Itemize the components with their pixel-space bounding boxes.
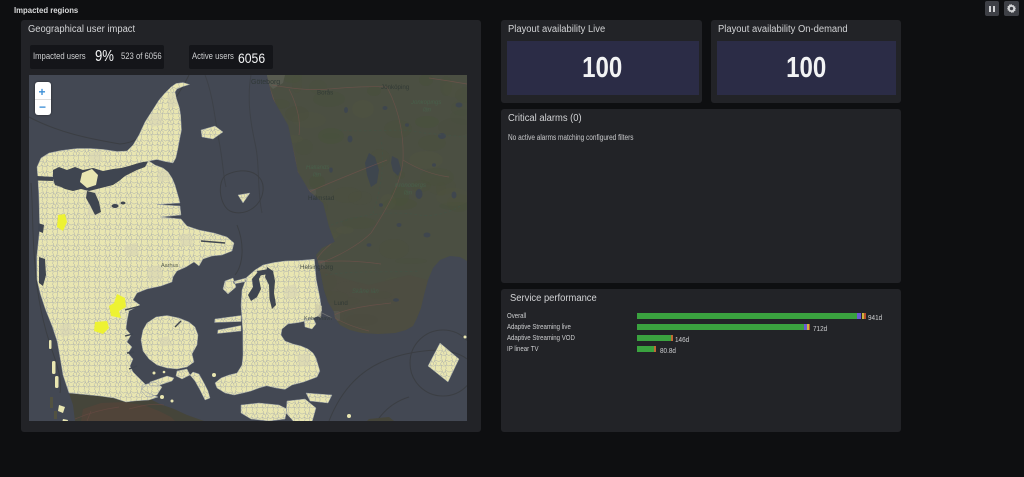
svg-text:Halmstad: Halmstad (308, 195, 335, 202)
svg-text:Lund: Lund (334, 300, 348, 307)
svg-text:Jönköping: Jönköping (381, 84, 410, 91)
svg-text:Göteborg: Göteborg (251, 79, 280, 86)
svg-text:län: län (423, 108, 432, 114)
svg-text:Borås: Borås (317, 90, 333, 97)
svg-text:Kronobergs: Kronobergs (395, 183, 426, 189)
svg-text:län: län (313, 173, 322, 179)
svg-text:Hallands: Hallands (306, 165, 329, 171)
svg-text:Helsingborg: Helsingborg (300, 264, 334, 271)
svg-text:län: län (404, 191, 413, 197)
svg-text:Aarhus: Aarhus (161, 263, 179, 269)
svg-text:Skåne län: Skåne län (352, 288, 379, 295)
svg-text:København: København (304, 316, 332, 322)
svg-text:Jönköpings: Jönköpings (410, 100, 441, 106)
